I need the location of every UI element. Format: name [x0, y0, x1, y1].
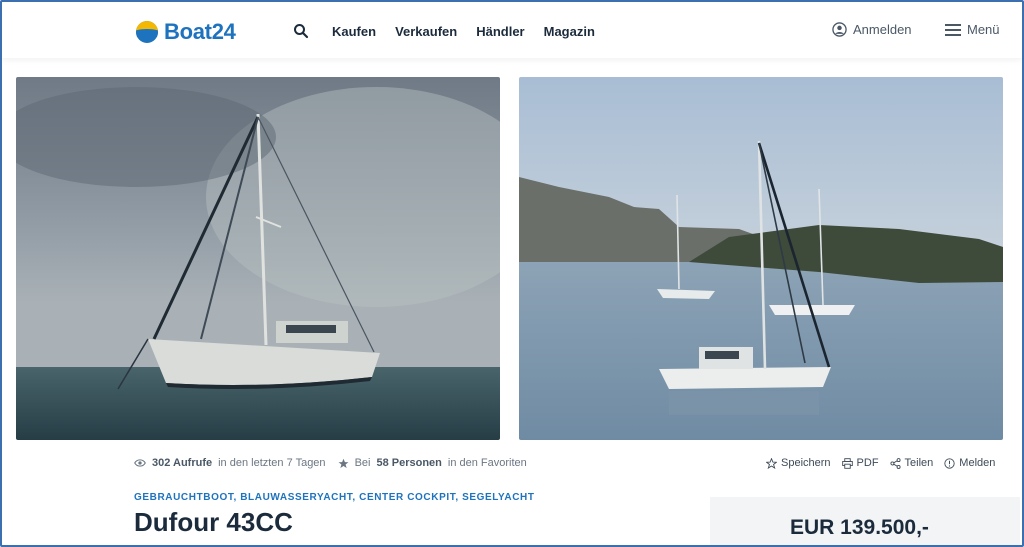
star-icon	[338, 458, 349, 468]
bay-photo	[519, 77, 1003, 440]
main-nav: Kaufen Verkaufen Händler Magazin	[332, 24, 595, 39]
eye-icon	[134, 459, 146, 467]
sailboat-photo	[16, 77, 500, 440]
listing-title: Dufour 43CC	[134, 507, 293, 537]
star-outline-icon	[766, 457, 777, 469]
alert-circle-icon	[944, 457, 955, 469]
gallery-photo-1[interactable]	[16, 77, 500, 440]
favorites-count: 58 Personen	[376, 457, 442, 469]
menu-button[interactable]: Menü	[945, 22, 1000, 37]
favorites-prefix: Bei	[354, 457, 371, 469]
share-icon	[889, 457, 901, 469]
hamburger-icon	[945, 23, 961, 36]
nav-kaufen[interactable]: Kaufen	[332, 24, 376, 39]
login-button[interactable]: Anmelden	[832, 22, 912, 37]
views-count: 302 Aufrufe	[152, 457, 213, 469]
save-label: Speichern	[781, 457, 831, 469]
user-circle-icon	[832, 22, 847, 37]
print-icon	[841, 457, 853, 469]
menu-label: Menü	[967, 22, 1000, 37]
pdf-button[interactable]: PDF	[841, 457, 879, 469]
favorites-suffix: in den Favoriten	[447, 457, 527, 469]
save-button[interactable]: Speichern	[766, 457, 831, 469]
report-label: Melden	[959, 457, 996, 469]
share-label: Teilen	[904, 457, 934, 469]
nav-magazin[interactable]: Magazin	[544, 24, 595, 39]
search-icon[interactable]	[293, 23, 309, 39]
site-header: Boat24 Kaufen Verkaufen Händler Magazin …	[2, 2, 1022, 58]
listing-price: EUR 139.500,-	[790, 516, 929, 539]
logo[interactable]: Boat24	[136, 19, 236, 45]
nav-haendler[interactable]: Händler	[476, 24, 524, 39]
report-button[interactable]: Melden	[944, 457, 995, 469]
logo-icon	[136, 21, 158, 43]
listing-actions: Speichern PDF Teilen Melden	[766, 457, 995, 469]
nav-verkaufen[interactable]: Verkaufen	[395, 24, 457, 39]
logo-text: Boat24	[164, 19, 236, 44]
gallery-photo-2[interactable]	[519, 77, 1003, 440]
share-button[interactable]: Teilen	[889, 457, 934, 469]
listing-category: GEBRAUCHTBOOT, BLAUWASSERYACHT, CENTER C…	[134, 492, 535, 503]
listing-stats: 302 Aufrufe in den letzten 7 Tagen Bei 5…	[134, 457, 527, 469]
views-suffix: in den letzten 7 Tagen	[218, 457, 326, 469]
login-label: Anmelden	[853, 22, 912, 37]
pdf-label: PDF	[856, 457, 879, 469]
